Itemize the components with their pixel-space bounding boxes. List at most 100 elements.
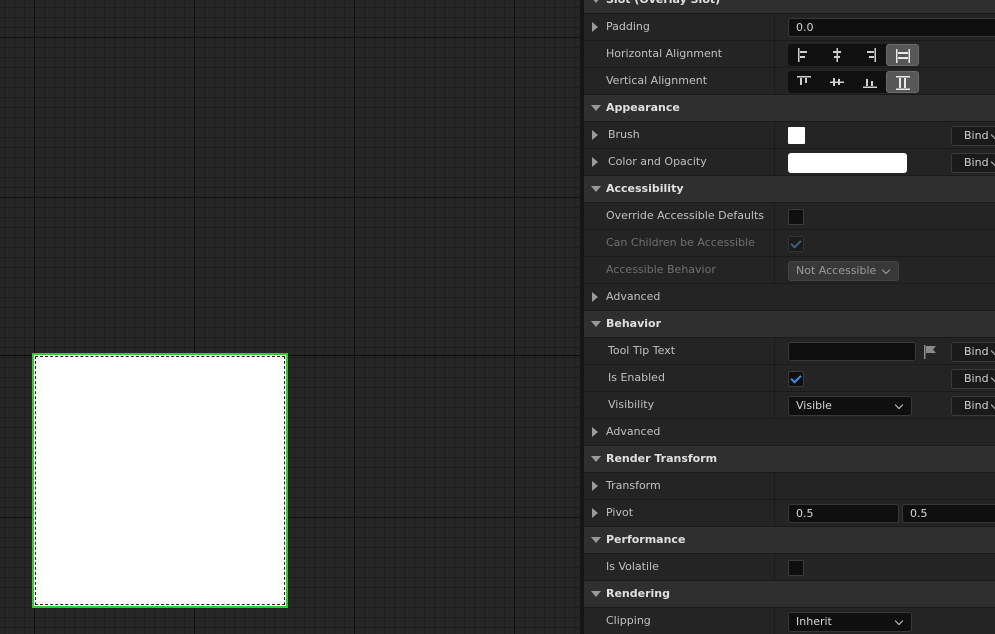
property-brush: Brush Bind (584, 122, 995, 149)
chevron-down-icon (990, 373, 995, 383)
collapse-arrow-icon[interactable] (591, 186, 601, 192)
valign-fill-button[interactable] (886, 71, 920, 93)
collapse-arrow-icon[interactable] (591, 591, 601, 597)
localization-flag-icon[interactable] (923, 345, 937, 359)
collapse-arrow-icon[interactable] (591, 105, 601, 111)
property-clipping: Clipping Inherit (584, 608, 995, 634)
property-label: Tool Tip Text (608, 344, 676, 357)
category-behavior[interactable]: Behavior (584, 311, 995, 338)
designer-canvas[interactable] (0, 0, 580, 634)
property-label: Override Accessible Defaults (606, 209, 765, 222)
property-label: Is Volatile (606, 560, 659, 573)
bind-button[interactable]: Bind (951, 369, 995, 389)
property-behavior-advanced[interactable]: Advanced (584, 419, 995, 446)
property-label: Accessible Behavior (606, 263, 716, 276)
property-label: Advanced (606, 290, 661, 303)
category-label: Rendering (606, 587, 670, 600)
expand-arrow-icon[interactable] (592, 481, 598, 491)
category-rendering[interactable]: Rendering (584, 581, 995, 608)
column-divider (774, 365, 775, 392)
column-divider (774, 608, 775, 634)
collapse-arrow-icon[interactable] (591, 537, 601, 543)
padding-input[interactable]: 0.0 (788, 18, 995, 37)
column-divider (774, 392, 775, 419)
align-right-button[interactable] (854, 44, 887, 66)
color-picker-bar[interactable] (788, 153, 907, 173)
expand-arrow-icon[interactable] (592, 157, 598, 167)
category-performance[interactable]: Performance (584, 527, 995, 554)
chevron-down-icon (990, 130, 995, 140)
column-divider (774, 500, 775, 527)
chevron-down-icon (881, 265, 891, 275)
bind-button[interactable]: Bind (951, 342, 995, 362)
is-enabled-checkbox[interactable] (788, 371, 804, 387)
collapse-arrow-icon[interactable] (591, 456, 601, 462)
category-label: Appearance (606, 101, 680, 114)
chevron-down-icon (894, 400, 904, 410)
tooltip-text-input[interactable] (788, 342, 916, 361)
pivot-y-input[interactable]: 0.5 (902, 504, 995, 523)
bind-button[interactable]: Bind (951, 396, 995, 416)
property-is-volatile: Is Volatile (584, 554, 995, 581)
selected-image-widget[interactable] (32, 353, 288, 608)
category-slot[interactable]: Slot (Overlay Slot) (584, 0, 995, 14)
property-tool-tip-text: Tool Tip Text Bind (584, 338, 995, 365)
property-color-and-opacity: Color and Opacity Bind (584, 149, 995, 176)
expand-arrow-icon[interactable] (592, 292, 598, 302)
bind-button[interactable]: Bind (951, 153, 995, 173)
align-left-button[interactable] (788, 44, 821, 66)
column-divider (774, 149, 775, 176)
column-divider (774, 473, 775, 500)
visibility-dropdown[interactable]: Visible (788, 396, 912, 416)
property-label: Transform (606, 479, 661, 492)
valign-top-button[interactable] (788, 71, 821, 93)
collapse-arrow-icon[interactable] (591, 321, 601, 327)
align-center-button[interactable] (821, 44, 854, 66)
expand-arrow-icon[interactable] (592, 130, 598, 140)
clipping-dropdown[interactable]: Inherit (788, 612, 912, 632)
valign-top-icon (797, 76, 811, 85)
collapse-arrow-icon[interactable] (591, 0, 601, 3)
brush-preview-swatch[interactable] (788, 127, 805, 144)
is-volatile-checkbox[interactable] (788, 560, 804, 576)
grid-major-line (514, 0, 515, 634)
property-is-enabled: Is Enabled Bind (584, 365, 995, 392)
property-override-accessible-defaults: Override Accessible Defaults (584, 203, 995, 230)
expand-arrow-icon[interactable] (592, 508, 598, 518)
vertical-alignment-group (788, 71, 920, 93)
horizontal-alignment-group (788, 44, 920, 66)
expand-arrow-icon[interactable] (592, 22, 598, 32)
valign-center-icon (829, 78, 844, 86)
property-label: Visibility (608, 398, 655, 411)
override-accessible-checkbox[interactable] (788, 209, 804, 225)
property-horizontal-alignment: Horizontal Alignment (584, 41, 995, 68)
checkmark-icon (790, 372, 802, 384)
category-render-transform[interactable]: Render Transform (584, 446, 995, 473)
property-label: Brush (608, 128, 640, 141)
category-label: Slot (Overlay Slot) (606, 0, 720, 13)
valign-bottom-icon (862, 79, 877, 88)
grid-major-line (354, 0, 355, 634)
pivot-x-input[interactable]: 0.5 (788, 504, 899, 523)
column-divider (774, 257, 775, 284)
chevron-down-icon (894, 616, 904, 626)
chevron-down-icon (990, 346, 995, 356)
valign-center-button[interactable] (821, 71, 854, 93)
property-label: Advanced (606, 425, 661, 438)
category-accessibility[interactable]: Accessibility (584, 176, 995, 203)
column-divider (774, 338, 775, 365)
property-accessibility-advanced[interactable]: Advanced (584, 284, 995, 311)
property-label: Clipping (606, 614, 651, 627)
column-divider (774, 554, 775, 581)
property-label: Vertical Alignment (606, 74, 708, 87)
bind-button[interactable]: Bind (951, 126, 995, 146)
category-appearance[interactable]: Appearance (584, 95, 995, 122)
expand-arrow-icon[interactable] (592, 427, 598, 437)
valign-bottom-button[interactable] (854, 71, 887, 93)
property-pivot: Pivot 0.5 0.5 (584, 500, 995, 527)
widget-dashed-bounds (35, 356, 285, 605)
align-fill-button[interactable] (886, 44, 920, 66)
align-fill-icon (896, 49, 911, 63)
chevron-down-icon (990, 157, 995, 167)
grid-major-line (0, 37, 580, 38)
